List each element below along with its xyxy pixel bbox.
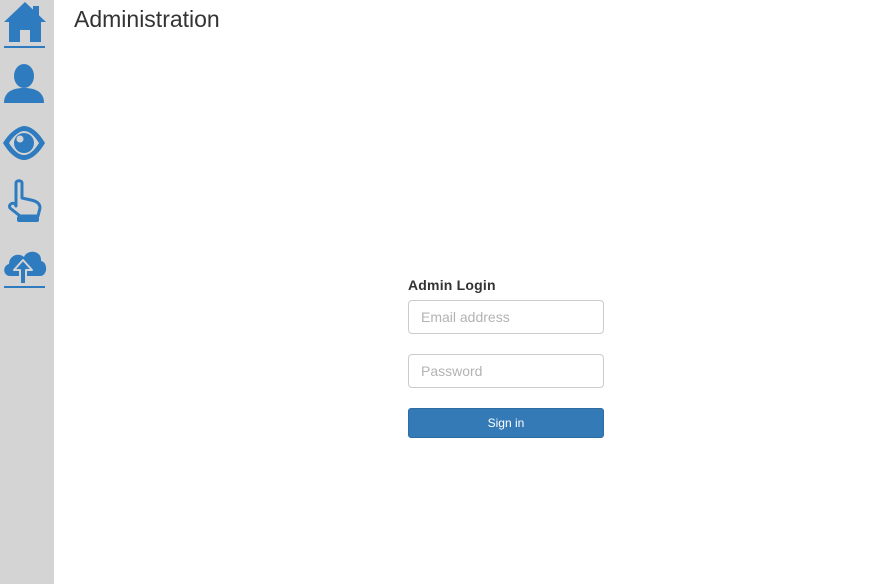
sidebar-item-home[interactable] [0, 0, 50, 52]
email-field[interactable] [408, 300, 604, 334]
admin-login-form: Admin Login Sign in [408, 276, 604, 438]
sidebar-item-user[interactable] [0, 58, 50, 110]
sidebar-item-upload[interactable] [0, 240, 50, 292]
sign-in-button[interactable]: Sign in [408, 408, 604, 438]
sidebar-item-interact[interactable] [0, 176, 50, 228]
cloud-upload-icon [4, 251, 47, 288]
sidebar [0, 0, 54, 584]
user-icon [4, 64, 44, 103]
sidebar-item-view[interactable] [0, 118, 50, 170]
hand-pointer-icon [8, 179, 42, 222]
password-field[interactable] [408, 354, 604, 388]
page-title: Administration [74, 6, 220, 32]
login-heading: Admin Login [408, 277, 496, 293]
home-icon [4, 2, 46, 48]
eye-icon [3, 126, 45, 160]
